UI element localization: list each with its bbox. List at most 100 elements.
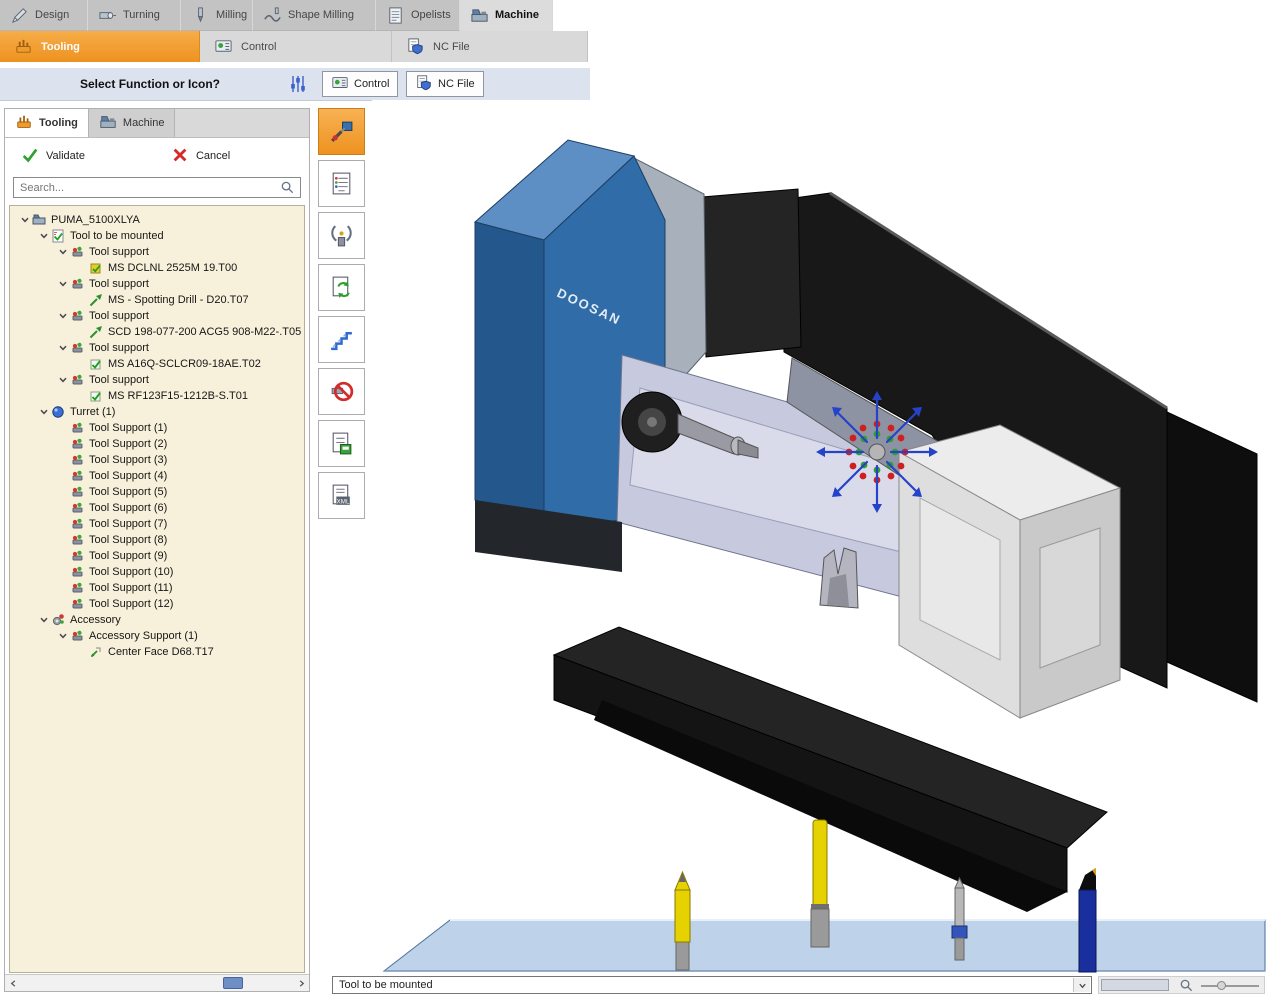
panel-tab-label: Tooling	[39, 117, 78, 129]
tree-item[interactable]: Center Face D68.T17	[10, 644, 304, 660]
chevron-placeholder	[75, 261, 89, 275]
tree-item[interactable]: Accessory Support (1)	[10, 628, 304, 644]
tb-grab-icon	[328, 222, 355, 249]
turning-icon	[98, 6, 117, 25]
control-button[interactable]: Control	[322, 71, 398, 97]
tree-item[interactable]: PUMA_5100XLYA	[10, 212, 304, 228]
chevron-down-icon[interactable]	[56, 309, 70, 323]
chevron-down-icon[interactable]	[37, 613, 51, 627]
tree-item[interactable]: MS A16Q-SCLCR09-18AE.T02	[10, 356, 304, 372]
scrollbar-thumb[interactable]	[223, 977, 243, 989]
tree-item-label: Tool Support (1)	[89, 422, 167, 434]
tree-item[interactable]: Tool support	[10, 308, 304, 324]
tab-opelists[interactable]: Opelists	[376, 0, 460, 31]
sub-tab-nc-file[interactable]: NC File	[392, 31, 588, 62]
tool-list-button[interactable]	[318, 160, 365, 207]
sub-tab-tooling[interactable]: Tooling	[0, 31, 200, 62]
tree-item[interactable]: Tool support	[10, 276, 304, 292]
tab-shape-milling[interactable]: Shape Milling	[253, 0, 376, 31]
tree-item[interactable]: MS - Spotting Drill - D20.T07	[10, 292, 304, 308]
tray-tool-pointed[interactable]	[675, 872, 690, 970]
tree-item[interactable]: Tool Support (9)	[10, 548, 304, 564]
chevron-down-icon[interactable]	[37, 405, 51, 419]
tree-item[interactable]: Tool Support (4)	[10, 468, 304, 484]
tooling-tree: PUMA_5100XLYATool to be mountedTool supp…	[9, 205, 305, 973]
chevron-placeholder	[75, 389, 89, 403]
dropdown-arrow-button[interactable]	[1073, 978, 1090, 992]
chevron-down-icon[interactable]	[18, 213, 32, 227]
tree-item-label: Tool Support (10)	[89, 566, 173, 578]
chevron-placeholder	[56, 517, 70, 531]
chevron-placeholder	[56, 501, 70, 515]
tree-item[interactable]: Tool Support (6)	[10, 500, 304, 516]
chevron-placeholder	[56, 565, 70, 579]
tree-item[interactable]: Tool Support (3)	[10, 452, 304, 468]
tree-item[interactable]: Tool Support (8)	[10, 532, 304, 548]
tree-item[interactable]: Tool Support (2)	[10, 436, 304, 452]
chevron-down-icon[interactable]	[37, 229, 51, 243]
support-node-icon	[70, 597, 85, 611]
tab-label: Machine	[495, 9, 539, 21]
nc-file-button[interactable]: NC File	[406, 71, 484, 97]
sub-tab-label: Tooling	[41, 41, 80, 53]
validate-button[interactable]: Validate	[21, 146, 85, 167]
zoom-slider-thumb[interactable]	[1217, 981, 1226, 990]
remove-tool-button[interactable]	[318, 368, 365, 415]
tree-item[interactable]: MS DCLNL 2525M 19.T00	[10, 260, 304, 276]
tree-item[interactable]: Turret (1)	[10, 404, 304, 420]
search-input[interactable]	[13, 177, 301, 198]
tree-item[interactable]: Tool support	[10, 340, 304, 356]
tab-design[interactable]: Design	[0, 0, 88, 31]
panel-tab-tooling[interactable]: Tooling	[5, 109, 89, 137]
chevron-down-icon[interactable]	[56, 245, 70, 259]
export-xml-button[interactable]: XML	[318, 472, 365, 519]
shape-milling-icon	[263, 6, 282, 25]
panel-tab-machine[interactable]: Machine	[89, 109, 176, 137]
scrollbar-thumb[interactable]	[1101, 979, 1169, 991]
tray-tool-rod[interactable]	[811, 820, 829, 947]
control-icon	[331, 74, 349, 95]
zoom-magnifier-icon[interactable]	[1179, 978, 1194, 993]
tree-item[interactable]: Tool Support (12)	[10, 596, 304, 612]
chevron-down-icon[interactable]	[56, 373, 70, 387]
tree-item[interactable]: Tool Support (5)	[10, 484, 304, 500]
report-document-button[interactable]	[318, 420, 365, 467]
tab-machine[interactable]: Machine	[460, 0, 553, 31]
tree-item[interactable]: MS RF123F15-1212B-S.T01	[10, 388, 304, 404]
tree-item[interactable]: Accessory	[10, 612, 304, 628]
tree-item[interactable]: Tool to be mounted	[10, 228, 304, 244]
tool-manipulator-widget[interactable]	[816, 391, 938, 513]
chevron-placeholder	[56, 421, 70, 435]
tree-item[interactable]: Tool Support (7)	[10, 516, 304, 532]
viewport-horizontal-scrollbar[interactable]	[1098, 976, 1265, 994]
tray-tool-grooving[interactable]	[1079, 868, 1096, 972]
tree-item[interactable]: Tool Support (1)	[10, 420, 304, 436]
tb-steps-icon	[328, 326, 355, 353]
magazine-steps-button[interactable]	[318, 316, 365, 363]
scroll-left-arrow[interactable]	[5, 975, 21, 991]
tree-item[interactable]: Tool support	[10, 372, 304, 388]
chevron-placeholder	[56, 549, 70, 563]
tooling-icon	[14, 37, 33, 56]
update-document-button[interactable]	[318, 264, 365, 311]
chevron-down-icon[interactable]	[56, 277, 70, 291]
sub-tab-control[interactable]: Control	[200, 31, 392, 62]
viewport-3d[interactable]: DOOSAN	[372, 100, 1267, 973]
cancel-button[interactable]: Cancel	[171, 146, 230, 167]
tree-item-label: Tool support	[89, 374, 149, 386]
tree-item[interactable]: Tool Support (11)	[10, 580, 304, 596]
tree-item[interactable]: Tool Support (10)	[10, 564, 304, 580]
tree-horizontal-scrollbar[interactable]	[5, 974, 309, 991]
chevron-down-icon[interactable]	[56, 341, 70, 355]
mount-tool-button[interactable]	[318, 108, 365, 155]
tree-item[interactable]: SCD 198-077-200 ACG5 908-M22-.T05	[10, 324, 304, 340]
support-node-icon	[70, 565, 85, 579]
take-tool-button[interactable]	[318, 212, 365, 259]
tool-state-dropdown[interactable]: Tool to be mounted	[332, 976, 1092, 994]
tree-item[interactable]: Tool support	[10, 244, 304, 260]
chevron-down-icon[interactable]	[56, 629, 70, 643]
scroll-right-arrow[interactable]	[293, 975, 309, 991]
tab-milling[interactable]: Milling	[181, 0, 253, 31]
tab-turning[interactable]: Turning	[88, 0, 181, 31]
insert-yellow-icon	[89, 261, 104, 275]
